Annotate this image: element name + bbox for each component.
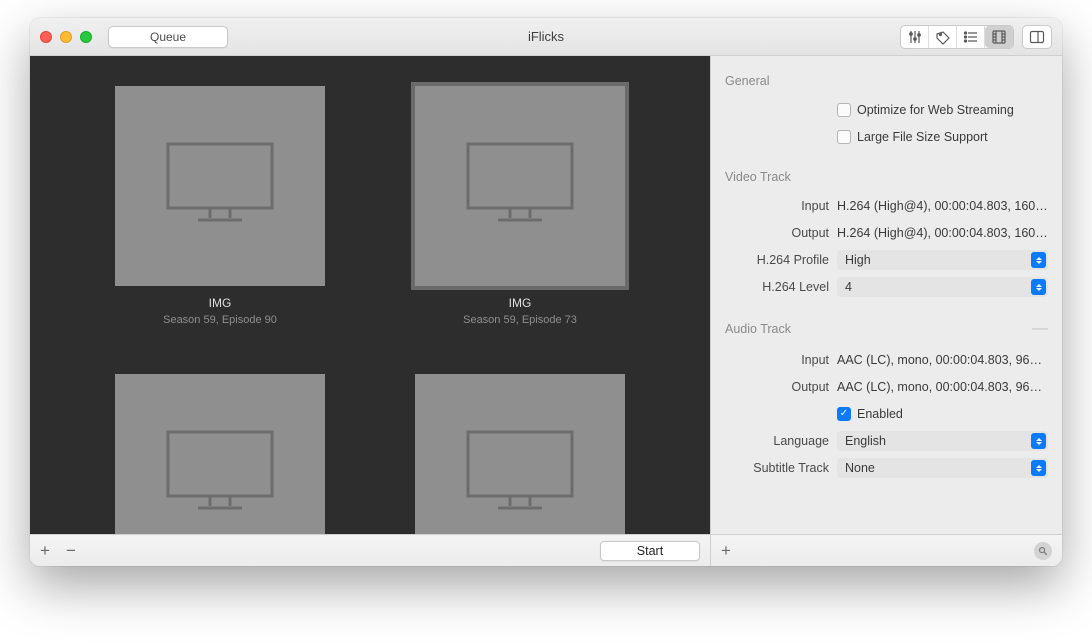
- chevron-updown-icon: [1031, 433, 1046, 449]
- h264-level-select[interactable]: 4: [837, 277, 1048, 297]
- window-controls: [40, 31, 92, 43]
- sidebar-toggle-icon[interactable]: [1023, 26, 1051, 48]
- subtitle-track-select[interactable]: None: [837, 458, 1048, 478]
- media-title: IMG: [509, 296, 532, 310]
- monitor-icon: [460, 422, 580, 527]
- large-file-label: Large File Size Support: [857, 130, 1048, 144]
- add-inspector-button[interactable]: +: [721, 541, 731, 561]
- app-window: Queue iFlicks: [30, 18, 1062, 566]
- titlebar: Queue iFlicks: [30, 18, 1062, 56]
- sliders-icon[interactable]: [901, 26, 929, 48]
- media-title: IMG: [209, 296, 232, 310]
- audio-enabled-checkbox[interactable]: [837, 407, 851, 421]
- audio-output-label: Output: [725, 380, 837, 394]
- h264-level-label: H.264 Level: [725, 280, 837, 294]
- media-thumbnail: [415, 86, 625, 286]
- footer-bar: + − Start +: [30, 534, 1062, 566]
- zoom-window-button[interactable]: [80, 31, 92, 43]
- section-general: General: [725, 74, 1048, 88]
- section-audio: Audio Track—: [725, 320, 1048, 338]
- media-subtitle: Season 59, Episode 90: [163, 314, 277, 326]
- audio-enabled-label: Enabled: [857, 407, 1048, 421]
- media-thumbnail: [115, 374, 325, 534]
- list-icon[interactable]: [957, 26, 985, 48]
- audio-input-label: Input: [725, 353, 837, 367]
- video-input-value: H.264 (High@4), 00:00:04.803, 1604…: [837, 199, 1048, 213]
- section-video: Video Track: [725, 170, 1048, 184]
- collapse-indicator-icon[interactable]: —: [1032, 320, 1048, 338]
- large-file-checkbox[interactable]: [837, 130, 851, 144]
- audio-output-value: AAC (LC), mono, 00:00:04.803, 96kb…: [837, 380, 1048, 394]
- optimize-web-label: Optimize for Web Streaming: [857, 103, 1048, 117]
- monitor-icon: [460, 134, 580, 239]
- add-button[interactable]: +: [40, 541, 50, 561]
- media-gallery[interactable]: IMG Season 59, Episode 90 IMG Season 59,…: [30, 56, 710, 534]
- h264-profile-label: H.264 Profile: [725, 253, 837, 267]
- chevron-updown-icon: [1031, 460, 1046, 476]
- media-thumbnail: [115, 86, 325, 286]
- media-thumbnail: [415, 374, 625, 534]
- subtitle-track-label: Subtitle Track: [725, 461, 837, 475]
- media-item[interactable]: [90, 374, 350, 534]
- search-icon[interactable]: [1034, 542, 1052, 560]
- media-item[interactable]: [390, 374, 650, 534]
- tag-icon[interactable]: [929, 26, 957, 48]
- optimize-web-checkbox[interactable]: [837, 103, 851, 117]
- inspector-panel: General Optimize for Web Streaming Large…: [710, 56, 1062, 534]
- h264-profile-select[interactable]: High: [837, 250, 1048, 270]
- media-subtitle: Season 59, Episode 73: [463, 314, 577, 326]
- chevron-updown-icon: [1031, 252, 1046, 268]
- close-window-button[interactable]: [40, 31, 52, 43]
- monitor-icon: [160, 422, 280, 527]
- video-input-label: Input: [725, 199, 837, 213]
- monitor-icon: [160, 134, 280, 239]
- minimize-window-button[interactable]: [60, 31, 72, 43]
- remove-button[interactable]: −: [66, 541, 76, 561]
- queue-button[interactable]: Queue: [108, 26, 228, 48]
- video-output-label: Output: [725, 226, 837, 240]
- language-label: Language: [725, 434, 837, 448]
- media-item[interactable]: IMG Season 59, Episode 73: [390, 86, 650, 326]
- chevron-updown-icon: [1031, 279, 1046, 295]
- start-button[interactable]: Start: [600, 541, 700, 561]
- view-segmented-control: [900, 25, 1014, 49]
- filmstrip-icon[interactable]: [985, 26, 1013, 48]
- media-item[interactable]: IMG Season 59, Episode 90: [90, 86, 350, 326]
- language-select[interactable]: English: [837, 431, 1048, 451]
- video-output-value: H.264 (High@4), 00:00:04.803, 1604…: [837, 226, 1048, 240]
- audio-input-value: AAC (LC), mono, 00:00:04.803, 96kb…: [837, 353, 1048, 367]
